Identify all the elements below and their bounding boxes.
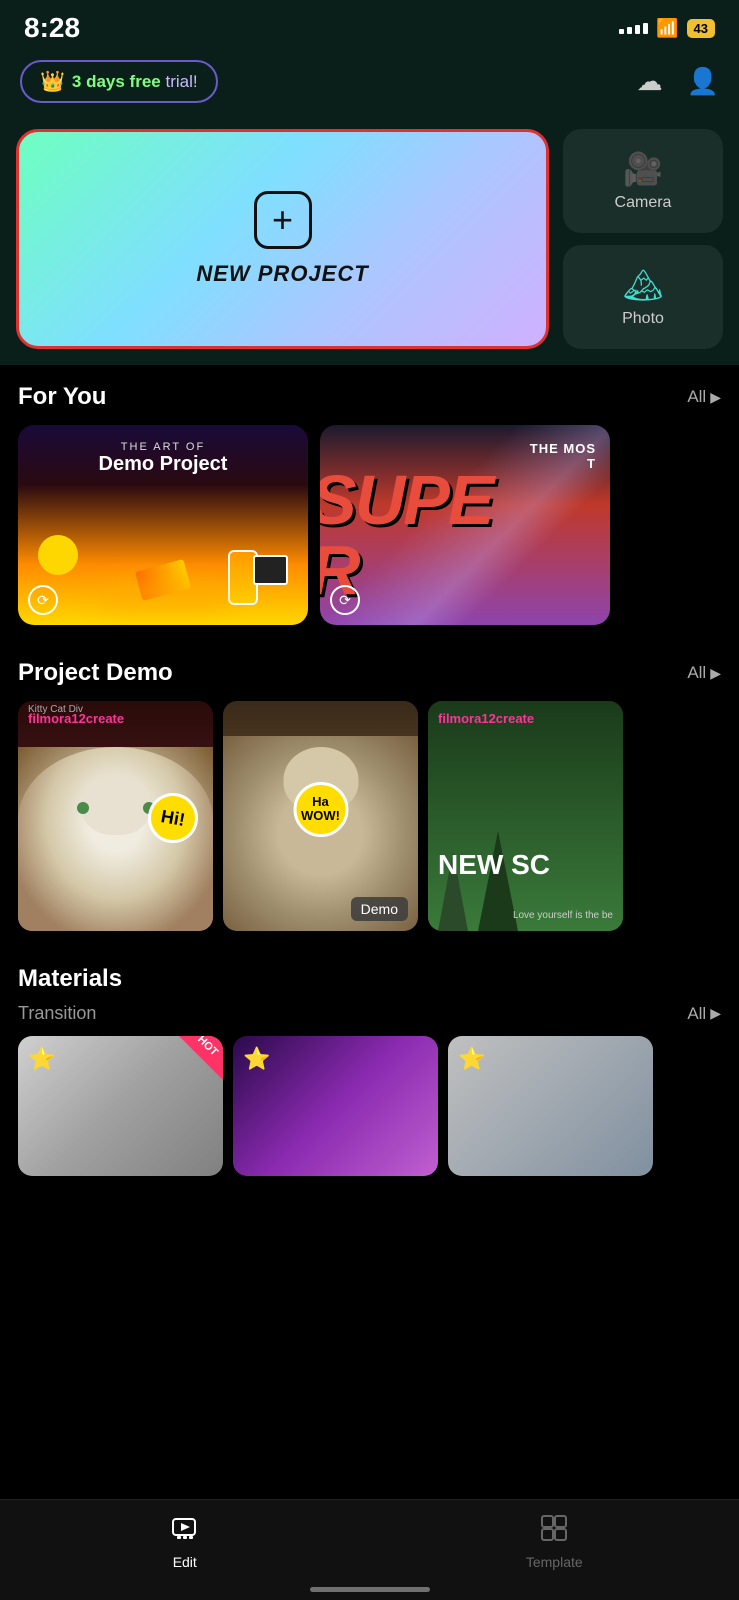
wow-sticker: HaWOW! xyxy=(293,782,348,837)
new-sc-text: NEW SC xyxy=(438,849,550,881)
project-demo-title: Project Demo xyxy=(18,659,173,687)
super-play-icon: ⟳ xyxy=(330,585,360,615)
for-you-card-demo[interactable]: THE ART OF Demo Project ⟳ xyxy=(18,425,308,625)
header-icons: ☁ 👤 xyxy=(637,66,719,97)
photo-label: Photo xyxy=(622,310,664,328)
transition-all-label: All xyxy=(687,1004,706,1024)
demo-card-1[interactable]: Kitty Cat Div filmora12create Hi! xyxy=(18,701,213,931)
trial-badge[interactable]: 👑 3 days free trial! xyxy=(20,60,218,103)
materials-carousel: HOT ⭐ ⭐ ⭐ xyxy=(18,1036,721,1188)
edit-icon xyxy=(171,1514,199,1549)
template-icon xyxy=(540,1514,568,1549)
quick-buttons: 🎥 Camera 🏔 Photo xyxy=(563,129,723,349)
material-star-icon-2: ⭐ xyxy=(243,1046,270,1072)
card-demo-subtitle: THE ART OF xyxy=(99,441,228,453)
new-project-plus-icon: + xyxy=(254,191,312,249)
material-star-icon-3: ⭐ xyxy=(458,1046,485,1072)
for-you-title: For You xyxy=(18,383,106,411)
project-row: + NEW PROJECT 🎥 Camera 🏔 Photo xyxy=(16,129,723,365)
clapperboard-decoration xyxy=(253,555,288,585)
material-card-1[interactable]: HOT ⭐ xyxy=(18,1036,223,1176)
template-nav-label: Template xyxy=(526,1554,583,1570)
yellow-circle-decoration xyxy=(38,535,78,575)
signal-dots-icon xyxy=(619,23,648,34)
transition-label: Transition xyxy=(18,1003,96,1024)
camera-icon: 🎥 xyxy=(623,150,663,188)
bottom-spacer xyxy=(0,1188,739,1288)
demo-badge: Demo xyxy=(351,897,408,921)
home-indicator xyxy=(310,1587,430,1592)
demo-decorations xyxy=(18,465,308,625)
status-time: 8:28 xyxy=(24,12,80,44)
transition-all-button[interactable]: All ▶ xyxy=(687,1004,721,1024)
the-most-text: THE MOST xyxy=(530,441,596,471)
content-area: For You All ▶ THE ART OF Demo Project xyxy=(0,365,739,1288)
project-demo-carousel: Kitty Cat Div filmora12create Hi! HaWOW!… xyxy=(18,701,721,947)
for-you-carousel: THE ART OF Demo Project ⟳ THE MOST SUPER… xyxy=(18,425,721,641)
camera-label: Camera xyxy=(615,194,672,212)
card-glow-decoration xyxy=(103,585,223,605)
transition-arrow-icon: ▶ xyxy=(710,1005,721,1022)
nav-item-template[interactable]: Template xyxy=(370,1514,739,1570)
transition-header: Transition All ▶ xyxy=(18,1003,721,1024)
materials-section: Materials Transition All ▶ HOT ⭐ ⭐ ⭐ xyxy=(0,947,739,1188)
photo-icon: 🏔 xyxy=(623,266,664,304)
material-card-2[interactable]: ⭐ xyxy=(233,1036,438,1176)
demo-card-2[interactable]: HaWOW! Demo xyxy=(223,701,418,931)
camera-button[interactable]: 🎥 Camera xyxy=(563,129,723,233)
cloud-sync-button[interactable]: ☁ xyxy=(637,66,663,97)
crown-icon: 👑 xyxy=(40,69,65,94)
demo-play-icon: ⟳ xyxy=(28,585,58,615)
trial-free-text: 3 days free xyxy=(72,72,161,91)
profile-button[interactable]: 👤 xyxy=(687,66,719,97)
main-content-top: + NEW PROJECT 🎥 Camera 🏔 Photo xyxy=(0,119,739,365)
project-demo-header: Project Demo All ▶ xyxy=(18,659,721,687)
status-bar: 8:28 📶 43 xyxy=(0,0,739,52)
new-project-label: NEW PROJECT xyxy=(196,261,368,287)
demo-card-3[interactable]: filmora12create NEW SC Love yourself is … xyxy=(428,701,623,931)
filmora-tag-3: filmora12create xyxy=(438,711,534,726)
nav-item-edit[interactable]: Edit xyxy=(0,1514,370,1570)
bottom-nav: Edit Template xyxy=(0,1499,739,1600)
for-you-all-label: All xyxy=(687,387,706,407)
app-header: 👑 3 days free trial! ☁ 👤 xyxy=(0,52,739,119)
materials-title: Materials xyxy=(18,965,721,993)
material-star-icon-1: ⭐ xyxy=(28,1046,55,1072)
for-you-arrow-icon: ▶ xyxy=(710,389,721,406)
for-you-section: For You All ▶ THE ART OF Demo Project xyxy=(0,365,739,641)
material-card-3[interactable]: ⭐ xyxy=(448,1036,653,1176)
project-demo-all-label: All xyxy=(687,663,706,683)
photo-button[interactable]: 🏔 Photo xyxy=(563,245,723,349)
for-you-all-button[interactable]: All ▶ xyxy=(687,387,721,407)
super-text: SUPER xyxy=(320,465,493,605)
battery-indicator: 43 xyxy=(687,19,715,38)
status-icons: 📶 43 xyxy=(619,18,715,39)
wifi-icon: 📶 xyxy=(656,18,678,39)
trial-badge-text: 3 days free trial! xyxy=(72,72,198,92)
project-demo-arrow-icon: ▶ xyxy=(710,665,721,682)
filmora-tag-1: filmora12create xyxy=(28,711,124,726)
new-project-button[interactable]: + NEW PROJECT xyxy=(16,129,549,349)
edit-nav-label: Edit xyxy=(173,1554,197,1570)
for-you-card-super[interactable]: THE MOST SUPER ⟳ xyxy=(320,425,610,625)
project-demo-all-button[interactable]: All ▶ xyxy=(687,663,721,683)
project-demo-section: Project Demo All ▶ Kitty Cat Div filmora… xyxy=(0,641,739,947)
for-you-header: For You All ▶ xyxy=(18,383,721,411)
